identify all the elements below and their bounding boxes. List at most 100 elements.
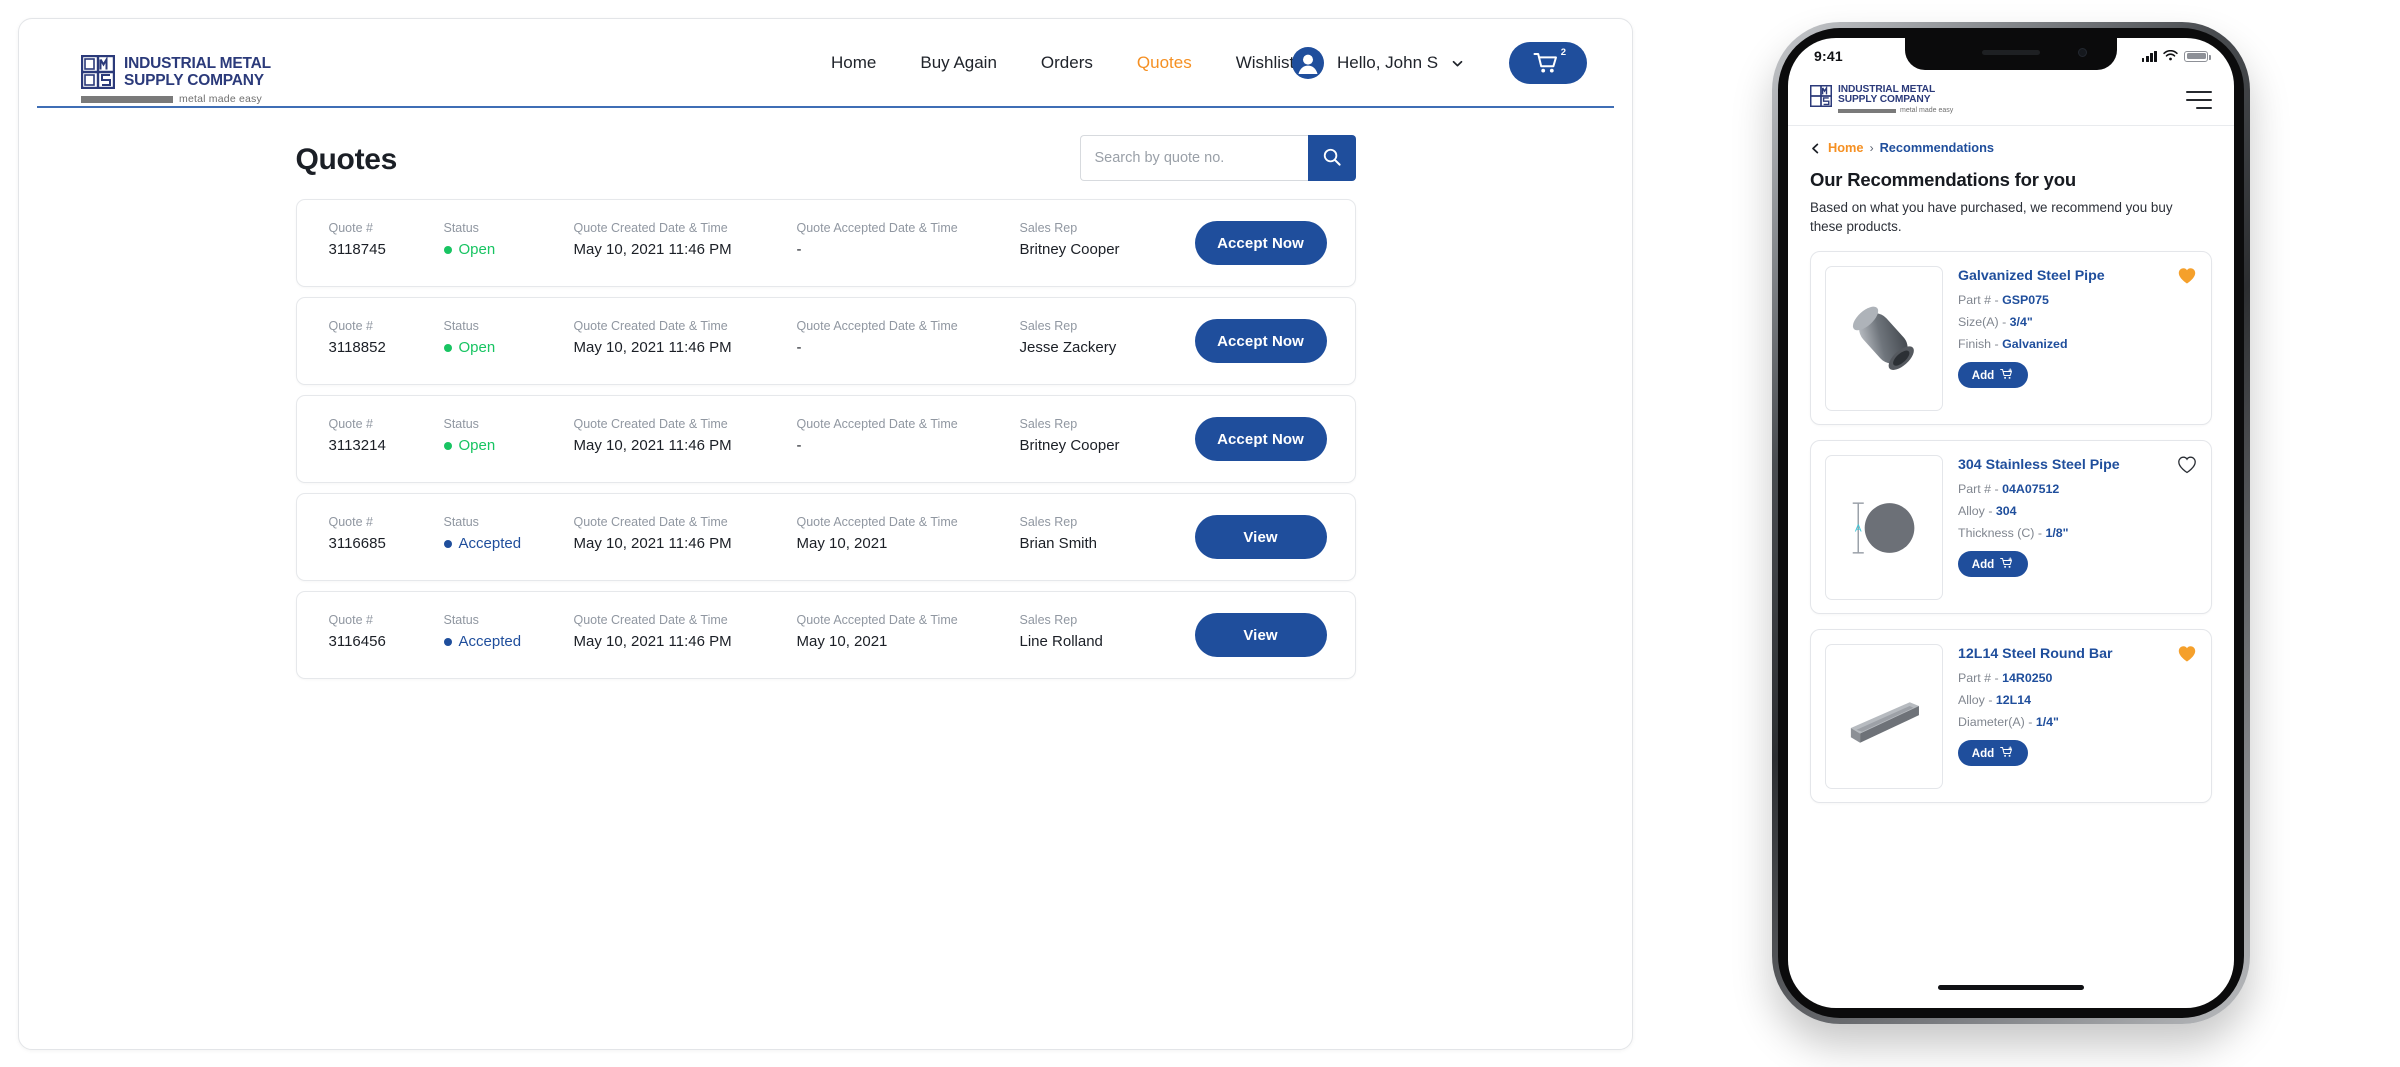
cell-status: Open [459, 339, 496, 356]
col-header-status: Status [444, 221, 496, 235]
product-spec: Diameter(A) - 1/4" [1958, 715, 2197, 729]
accept-now-button[interactable]: Accept Now [1195, 221, 1327, 265]
col-header-sales-rep: Sales Rep [1020, 319, 1117, 333]
logo-line-2: SUPPLY COMPANY [124, 73, 271, 89]
product-card[interactable]: 12L14 Steel Round Bar Part # - 14R0250 A… [1810, 629, 2212, 803]
col-header-status: Status [444, 319, 496, 333]
wishlist-heart-icon[interactable] [2177, 266, 2197, 286]
cell-quote-number: 3113214 [329, 437, 386, 454]
add-to-cart-button[interactable]: Add [1958, 551, 2028, 577]
col-header-status: Status [444, 613, 522, 627]
primary-nav: Home Buy Again Orders Quotes Wishlist [809, 19, 1316, 107]
screenshot-stage: INDUSTRIAL METAL SUPPLY COMPANY metal ma… [0, 0, 2400, 1067]
status-badge: Open [444, 339, 496, 356]
col-header-status: Status [444, 417, 496, 431]
product-thumbnail: A [1825, 455, 1943, 600]
status-dot-icon [444, 246, 452, 254]
search-button[interactable] [1308, 135, 1356, 181]
col-header-quote: Quote # [329, 319, 386, 333]
product-spec: Finish - Galvanized [1958, 337, 2197, 351]
cart-plus-icon [2000, 557, 2014, 572]
cell-status: Accepted [459, 633, 522, 650]
col-header-created: Quote Created Date & Time [574, 613, 732, 627]
col-header-accepted: Quote Accepted Date & Time [797, 515, 958, 529]
col-header-created: Quote Created Date & Time [574, 221, 732, 235]
col-header-created: Quote Created Date & Time [574, 417, 732, 431]
table-row[interactable]: Quote # 3118852 Status Open Quote Create… [296, 297, 1356, 385]
desktop-browser-card: INDUSTRIAL METAL SUPPLY COMPANY metal ma… [18, 18, 1633, 1050]
product-card[interactable]: Galvanized Steel Pipe Part # - GSP075 Si… [1810, 251, 2212, 425]
accept-now-button[interactable]: Accept Now [1195, 417, 1327, 461]
product-name[interactable]: Galvanized Steel Pipe [1958, 268, 2197, 285]
spec-label: Diameter(A) [1958, 715, 2025, 729]
status-dot-icon [444, 540, 452, 548]
search-input[interactable] [1080, 135, 1308, 181]
ims-logo-mark-icon [81, 55, 115, 89]
add-to-cart-button[interactable]: Add [1958, 740, 2028, 766]
nav-item-buy-again[interactable]: Buy Again [898, 53, 1019, 73]
cart-plus-icon [2000, 746, 2014, 761]
phone-site-logo[interactable]: INDUSTRIAL METAL SUPPLY COMPANY metal ma… [1810, 85, 1953, 115]
accept-now-button[interactable]: Accept Now [1195, 319, 1327, 363]
nav-item-orders[interactable]: Orders [1019, 53, 1115, 73]
nav-item-home[interactable]: Home [809, 53, 898, 73]
col-header-sales-rep: Sales Rep [1020, 613, 1103, 627]
cell-status: Open [459, 241, 496, 258]
table-row[interactable]: Quote # 3116456 Status Accepted Quote Cr… [296, 591, 1356, 679]
cell-sales-rep: Jesse Zackery [1020, 339, 1117, 356]
nav-item-quotes[interactable]: Quotes [1115, 53, 1214, 73]
spec-label: Size(A) [1958, 315, 1999, 329]
spec-label: Thickness (C) [1958, 526, 2034, 540]
ims-logo-mark-icon [1810, 85, 1832, 107]
logo-tagline: metal made easy [179, 93, 262, 105]
recommendations-heading: Our Recommendations for you [1810, 169, 2212, 191]
product-spec: Part # - GSP075 [1958, 293, 2197, 307]
back-chevron-icon[interactable] [1810, 142, 1821, 153]
table-row[interactable]: Quote # 3116685 Status Accepted Quote Cr… [296, 493, 1356, 581]
product-name[interactable]: 12L14 Steel Round Bar [1958, 646, 2197, 663]
spec-value: 14R0250 [2002, 671, 2052, 685]
phone-main: Home › Recommendations Our Recommendatio… [1788, 126, 2234, 803]
view-button[interactable]: View [1195, 515, 1327, 559]
pipe-round-icon [1838, 293, 1930, 385]
product-name[interactable]: 304 Stainless Steel Pipe [1958, 457, 2197, 474]
product-spec: Alloy - 12L14 [1958, 693, 2197, 707]
product-thumbnail [1825, 644, 1943, 789]
status-badge: Accepted [444, 535, 522, 552]
status-dot-icon [444, 344, 452, 352]
spec-label: Part # [1958, 482, 1991, 496]
cell-quote-number: 3116685 [329, 535, 386, 552]
product-spec: Size(A) - 3/4" [1958, 315, 2197, 329]
cell-accepted: May 10, 2021 [797, 633, 958, 650]
breadcrumb-separator: › [1870, 141, 1874, 155]
add-to-cart-button[interactable]: Add [1958, 362, 2028, 388]
cell-created: May 10, 2021 11:46 PM [574, 339, 732, 356]
cart-button[interactable]: 2 [1509, 42, 1587, 84]
cell-created: May 10, 2021 11:46 PM [574, 241, 732, 258]
account-menu[interactable]: Hello, John S [1292, 19, 1464, 107]
col-header-quote: Quote # [329, 221, 386, 235]
cellular-signal-icon [2142, 51, 2157, 62]
wishlist-heart-icon[interactable] [2177, 455, 2197, 475]
channel-bar-icon [1838, 671, 1930, 763]
hamburger-menu-icon[interactable] [2186, 91, 2212, 109]
product-card[interactable]: A 304 Stainless Steel Pipe Part # - 04A0… [1810, 440, 2212, 614]
site-logo[interactable]: INDUSTRIAL METAL SUPPLY COMPANY metal ma… [81, 55, 321, 105]
col-header-status: Status [444, 515, 522, 529]
view-button[interactable]: View [1195, 613, 1327, 657]
product-spec: Alloy - 304 [1958, 504, 2197, 518]
cell-accepted: - [797, 241, 958, 258]
table-row[interactable]: Quote # 3118745 Status Open Quote Create… [296, 199, 1356, 287]
breadcrumb-current: Recommendations [1880, 140, 1995, 155]
status-badge: Accepted [444, 633, 522, 650]
home-indicator[interactable] [1938, 985, 2084, 990]
wifi-icon [2163, 48, 2178, 64]
wishlist-heart-icon[interactable] [2177, 644, 2197, 664]
logo-rule [81, 96, 173, 103]
spec-value: 1/8" [2045, 526, 2068, 540]
status-badge: Open [444, 437, 496, 454]
cart-icon: 2 [1533, 51, 1563, 75]
breadcrumb-home[interactable]: Home [1828, 140, 1864, 155]
chevron-down-icon [1451, 57, 1464, 70]
table-row[interactable]: Quote # 3113214 Status Open Quote Create… [296, 395, 1356, 483]
